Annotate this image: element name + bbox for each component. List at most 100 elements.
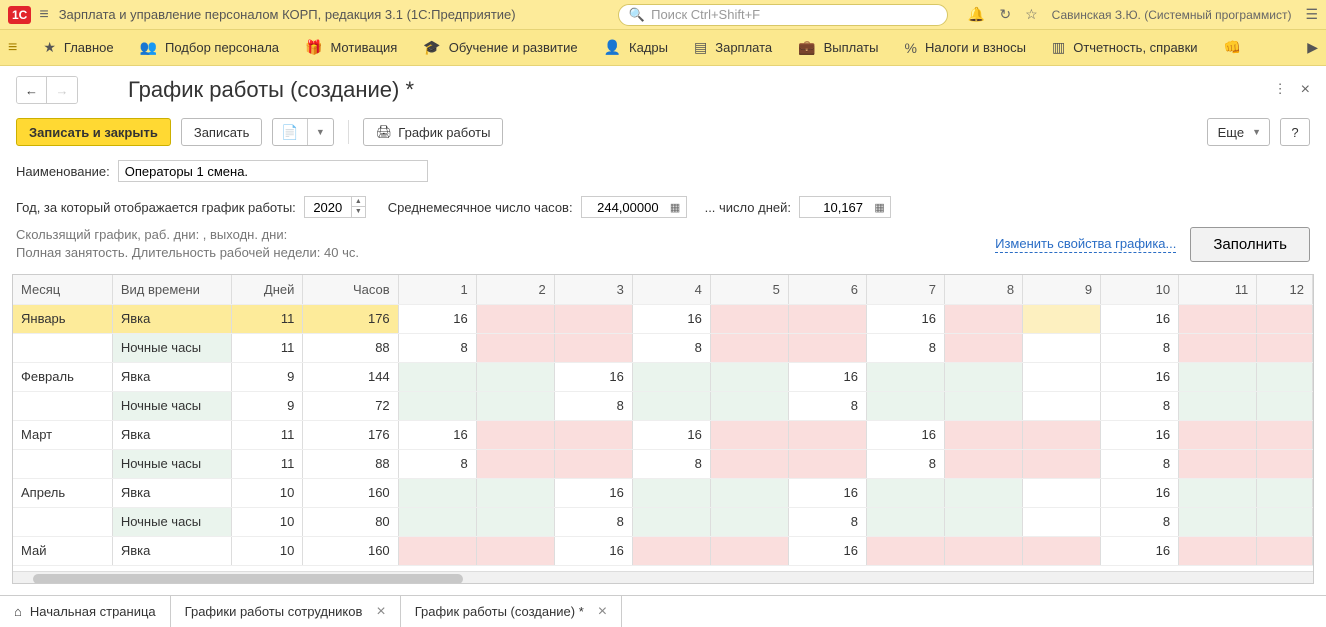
cell-day[interactable] bbox=[554, 304, 632, 333]
cell-day[interactable]: 16 bbox=[398, 304, 476, 333]
col-month[interactable]: Месяц bbox=[13, 275, 112, 304]
cell-day[interactable] bbox=[710, 362, 788, 391]
cell-day[interactable] bbox=[1179, 420, 1257, 449]
cell-day[interactable] bbox=[1179, 304, 1257, 333]
cell-day[interactable] bbox=[1179, 507, 1257, 536]
nav-personnel[interactable]: 👤Кадры bbox=[594, 33, 678, 62]
cell-day[interactable]: 8 bbox=[1101, 449, 1179, 478]
cell-day[interactable] bbox=[398, 536, 476, 565]
nav-recruitment[interactable]: 👥Подбор персонала bbox=[130, 33, 289, 62]
cell-day[interactable]: 16 bbox=[632, 304, 710, 333]
scrollbar-thumb[interactable] bbox=[33, 574, 463, 584]
close-icon[interactable]: × bbox=[598, 603, 607, 621]
history-icon[interactable]: ↻ bbox=[999, 6, 1011, 23]
col-day-9[interactable]: 9 bbox=[1023, 275, 1101, 304]
cell-day[interactable] bbox=[476, 304, 554, 333]
cell-day[interactable] bbox=[710, 304, 788, 333]
cell-day[interactable] bbox=[866, 507, 944, 536]
table-row[interactable]: Ночные часы 11 888888 bbox=[13, 333, 1313, 362]
cell-day[interactable]: 8 bbox=[554, 391, 632, 420]
cell-day[interactable] bbox=[788, 449, 866, 478]
cell-day[interactable] bbox=[398, 362, 476, 391]
cell-day[interactable] bbox=[1023, 391, 1101, 420]
cell-day[interactable] bbox=[1023, 449, 1101, 478]
cell-day[interactable] bbox=[945, 362, 1023, 391]
cell-day[interactable] bbox=[476, 333, 554, 362]
cell-day[interactable]: 16 bbox=[1101, 536, 1179, 565]
col-day-6[interactable]: 6 bbox=[788, 275, 866, 304]
cell-day[interactable] bbox=[1179, 391, 1257, 420]
cell-day[interactable] bbox=[554, 449, 632, 478]
tab-schedules[interactable]: Графики работы сотрудников × bbox=[171, 596, 401, 627]
cell-day[interactable]: 16 bbox=[554, 478, 632, 507]
cell-day[interactable] bbox=[710, 333, 788, 362]
cell-day[interactable]: 16 bbox=[866, 420, 944, 449]
cell-day[interactable] bbox=[476, 420, 554, 449]
cell-day[interactable] bbox=[1257, 304, 1313, 333]
settings-icon[interactable]: ☰ bbox=[1305, 6, 1318, 23]
cell-day[interactable] bbox=[1023, 304, 1101, 333]
star-icon[interactable]: ☆ bbox=[1025, 6, 1038, 23]
cell-day[interactable] bbox=[1257, 362, 1313, 391]
col-day-3[interactable]: 3 bbox=[554, 275, 632, 304]
save-button[interactable]: Записать bbox=[181, 118, 263, 146]
calculator-icon[interactable]: ▦ bbox=[665, 196, 687, 218]
cell-day[interactable] bbox=[476, 536, 554, 565]
cell-day[interactable] bbox=[1257, 449, 1313, 478]
cell-day[interactable] bbox=[554, 420, 632, 449]
col-day-12[interactable]: 12 bbox=[1257, 275, 1313, 304]
cell-day[interactable]: 16 bbox=[554, 536, 632, 565]
cell-day[interactable] bbox=[1023, 333, 1101, 362]
cell-day[interactable] bbox=[1257, 420, 1313, 449]
cell-day[interactable]: 8 bbox=[398, 449, 476, 478]
cell-day[interactable] bbox=[1179, 362, 1257, 391]
cell-day[interactable] bbox=[632, 507, 710, 536]
col-day-7[interactable]: 7 bbox=[866, 275, 944, 304]
col-day-4[interactable]: 4 bbox=[632, 275, 710, 304]
cell-day[interactable] bbox=[945, 507, 1023, 536]
nav-scroll-right-icon[interactable]: ▶ bbox=[1307, 39, 1318, 56]
cell-day[interactable] bbox=[866, 536, 944, 565]
cell-day[interactable] bbox=[945, 304, 1023, 333]
cell-day[interactable]: 16 bbox=[398, 420, 476, 449]
nav-training[interactable]: 🎓Обучение и развитие bbox=[413, 33, 587, 62]
nav-burger-icon[interactable]: ≡ bbox=[8, 39, 17, 57]
cell-day[interactable] bbox=[554, 333, 632, 362]
nav-payments[interactable]: 💼Выплаты bbox=[788, 33, 888, 62]
days-input[interactable] bbox=[799, 196, 869, 218]
cell-day[interactable]: 16 bbox=[1101, 478, 1179, 507]
table-row[interactable]: Апрель Явка 10 160161616 bbox=[13, 478, 1313, 507]
cell-day[interactable]: 16 bbox=[788, 478, 866, 507]
year-down-icon[interactable]: ▼ bbox=[352, 207, 365, 217]
cell-day[interactable]: 8 bbox=[1101, 333, 1179, 362]
col-days[interactable]: Дней bbox=[232, 275, 303, 304]
table-row[interactable]: Ночные часы 9 72888 bbox=[13, 391, 1313, 420]
cell-day[interactable] bbox=[1179, 478, 1257, 507]
cell-day[interactable] bbox=[476, 362, 554, 391]
change-properties-link[interactable]: Изменить свойства графика... bbox=[995, 236, 1176, 253]
cell-day[interactable] bbox=[788, 333, 866, 362]
cell-day[interactable] bbox=[476, 449, 554, 478]
col-day-10[interactable]: 10 bbox=[1101, 275, 1179, 304]
nav-forward-button[interactable]: → bbox=[47, 77, 77, 103]
cell-day[interactable] bbox=[710, 507, 788, 536]
cell-day[interactable] bbox=[710, 478, 788, 507]
cell-day[interactable] bbox=[476, 507, 554, 536]
cell-day[interactable] bbox=[710, 391, 788, 420]
schedule-table-scroll[interactable]: Месяц Вид времени Дней Часов123456789101… bbox=[13, 275, 1313, 571]
year-input[interactable] bbox=[305, 197, 351, 217]
create-based-on-dropdown[interactable]: 📄 ▼ bbox=[272, 118, 333, 146]
cell-day[interactable] bbox=[1179, 333, 1257, 362]
cell-day[interactable] bbox=[866, 391, 944, 420]
cell-day[interactable] bbox=[866, 478, 944, 507]
col-day-1[interactable]: 1 bbox=[398, 275, 476, 304]
cell-day[interactable] bbox=[1257, 333, 1313, 362]
cell-day[interactable] bbox=[1257, 536, 1313, 565]
cell-day[interactable] bbox=[1023, 420, 1101, 449]
cell-day[interactable] bbox=[632, 478, 710, 507]
cell-day[interactable] bbox=[945, 449, 1023, 478]
cell-day[interactable]: 16 bbox=[788, 536, 866, 565]
nav-main[interactable]: ★Главное bbox=[33, 33, 123, 62]
cell-day[interactable] bbox=[1179, 536, 1257, 565]
cell-day[interactable] bbox=[1023, 536, 1101, 565]
